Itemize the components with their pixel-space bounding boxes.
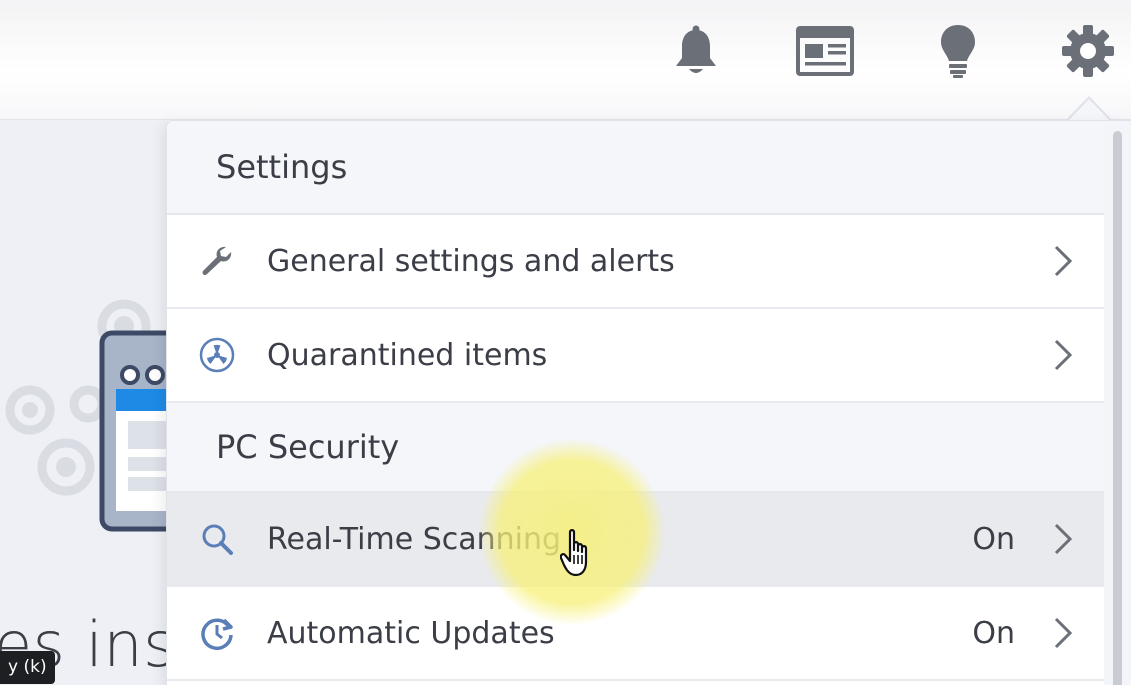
search-icon (167, 522, 267, 556)
chevron-right-icon (1035, 616, 1091, 650)
gear-icon[interactable] (1058, 20, 1118, 82)
menu-item-label: Automatic Updates (267, 615, 555, 651)
menu-item-quarantined-items[interactable]: Quarantined items (167, 309, 1105, 403)
chevron-right-icon (1035, 522, 1091, 556)
menu-item-automatic-updates[interactable]: Automatic Updates On (167, 587, 1105, 681)
chevron-right-icon (1035, 338, 1091, 372)
news-icon[interactable] (795, 20, 855, 82)
menu-scrollbar[interactable] (1104, 121, 1131, 685)
lightbulb-icon[interactable] (928, 20, 988, 82)
menu-item-status: On (972, 615, 1015, 651)
gears-device-illustration (5, 299, 170, 532)
menu-item-general-settings[interactable]: General settings and alerts (167, 215, 1105, 309)
menu-item-label: Real-Time Scanning (267, 521, 562, 557)
menu-item-label: Quarantined items (267, 337, 548, 373)
menu-scrollbar-thumb[interactable] (1113, 131, 1122, 685)
menu-item-label: General settings and alerts (267, 243, 675, 279)
menu-item-status: On (972, 521, 1015, 557)
top-header (0, 0, 1131, 120)
shortcut-hint-badge: y (k) (0, 651, 55, 684)
background-illustration (0, 121, 170, 685)
chevron-right-icon (1035, 244, 1091, 278)
menu-item-real-time-scanning[interactable]: Real-Time Scanning On (167, 493, 1105, 587)
section-header-pc-security: PC Security (167, 403, 1105, 493)
radiation-icon (167, 337, 267, 373)
bell-icon[interactable] (666, 20, 726, 82)
update-icon (167, 614, 267, 652)
menu-list: Settings General settings and alerts Qua… (167, 121, 1105, 681)
wrench-icon (167, 244, 267, 278)
settings-dropdown-menu: Settings General settings and alerts Qua… (166, 120, 1131, 685)
section-header-settings: Settings (167, 121, 1105, 215)
